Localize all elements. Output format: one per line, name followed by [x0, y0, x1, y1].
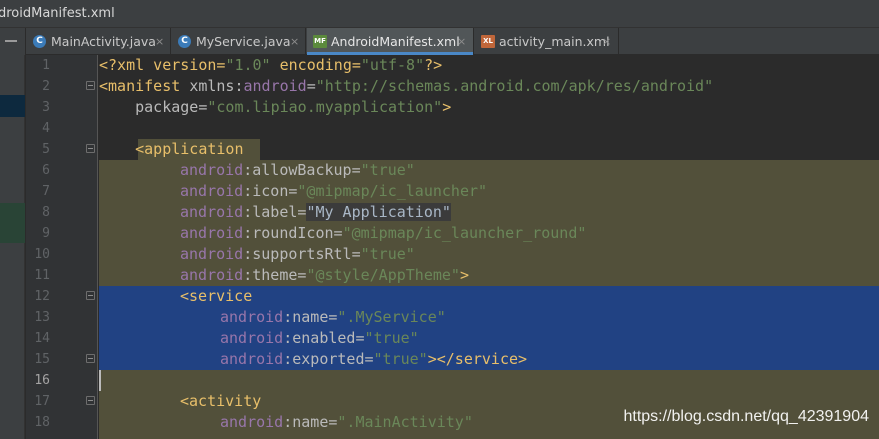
line-number: 9	[42, 226, 50, 241]
line-number: 17	[34, 394, 50, 409]
line-number: 6	[42, 163, 50, 178]
line-number-current: 16	[34, 373, 50, 388]
fold-marker[interactable]	[86, 396, 95, 405]
code-line-2: <manifest xmlns:android="http://schemas.…	[99, 77, 714, 95]
code-line-18: android:name=".MainActivity"	[220, 413, 473, 431]
code-line-6: android:allowBackup="true"	[180, 161, 415, 179]
code-line-10: android:supportsRtl="true"	[180, 245, 415, 263]
code-editor[interactable]: <?xml version="1.0" encoding="utf-8"?> <…	[99, 55, 879, 439]
panel-collapse-button[interactable]	[0, 28, 26, 55]
code-line-17: <activity	[180, 392, 262, 410]
tab-main-activity[interactable]: C MainActivity.java ×	[27, 28, 171, 55]
window-title-bar: droidManifest.xml	[0, 0, 879, 28]
line-number: 3	[42, 100, 50, 115]
line-number: 5	[42, 142, 50, 157]
window-title: droidManifest.xml	[0, 6, 115, 21]
tab-label: MainActivity.java	[51, 34, 156, 49]
close-icon[interactable]: ×	[457, 28, 466, 55]
code-line-9: android:roundIcon="@mipmap/ic_launcher_r…	[180, 224, 587, 242]
line-number: 4	[42, 121, 50, 136]
code-line-12: <service	[180, 287, 253, 305]
line-number: 14	[34, 331, 50, 346]
line-number: 12	[34, 289, 50, 304]
manifest-xml-icon: MF	[313, 35, 327, 48]
code-line-8: android:label="My Application"	[180, 203, 451, 221]
close-icon[interactable]: ×	[290, 28, 299, 55]
fold-marker[interactable]	[86, 354, 95, 363]
code-line-7: android:icon="@mipmap/ic_launcher"	[180, 182, 488, 200]
close-icon[interactable]: ×	[602, 28, 611, 55]
editor-tab-bar: C MainActivity.java × C MyService.java ×…	[0, 28, 879, 55]
code-line-14: android:enabled="true"	[220, 329, 419, 347]
fold-marker[interactable]	[86, 291, 95, 300]
text-caret	[99, 370, 101, 391]
line-number: 13	[34, 310, 50, 325]
layout-xml-icon: XL	[481, 35, 495, 48]
code-line-13: android:name=".MyService"	[220, 308, 446, 326]
fold-marker[interactable]	[86, 81, 95, 90]
java-class-icon: C	[178, 35, 191, 48]
code-line-5: <application	[99, 140, 244, 158]
line-number: 7	[42, 184, 50, 199]
line-number: 15	[34, 352, 50, 367]
java-class-icon: C	[33, 35, 46, 48]
tab-activity-main[interactable]: XL activity_main.xml ×	[475, 28, 619, 55]
line-number: 2	[42, 79, 50, 94]
watermark: https://blog.csdn.net/qq_42391904	[623, 408, 869, 425]
tab-label: activity_main.xml	[499, 34, 610, 49]
minus-icon	[5, 40, 17, 42]
line-number: 8	[42, 205, 50, 220]
code-line-1: <?xml version="1.0" encoding="utf-8"?>	[99, 56, 443, 74]
code-line-3: package="com.lipiao.myapplication">	[99, 98, 452, 116]
tab-my-service[interactable]: C MyService.java ×	[172, 28, 306, 55]
tab-android-manifest[interactable]: MF AndroidManifest.xml ×	[307, 28, 474, 55]
line-number: 10	[34, 247, 50, 262]
line-number: 1	[42, 58, 50, 73]
code-line-11: android:theme="@style/AppTheme">	[180, 266, 469, 284]
project-panel-edge[interactable]	[0, 55, 25, 439]
line-number: 11	[34, 268, 50, 283]
close-icon[interactable]: ×	[155, 28, 164, 55]
project-tree-selection	[0, 95, 25, 117]
fold-marker[interactable]	[86, 144, 95, 153]
project-tree-changed-marker	[0, 203, 25, 243]
tab-label: AndroidManifest.xml	[331, 34, 460, 49]
tab-label: MyService.java	[196, 34, 291, 49]
code-line-15: android:exported="true"></service>	[220, 350, 528, 368]
line-number: 18	[34, 415, 50, 430]
